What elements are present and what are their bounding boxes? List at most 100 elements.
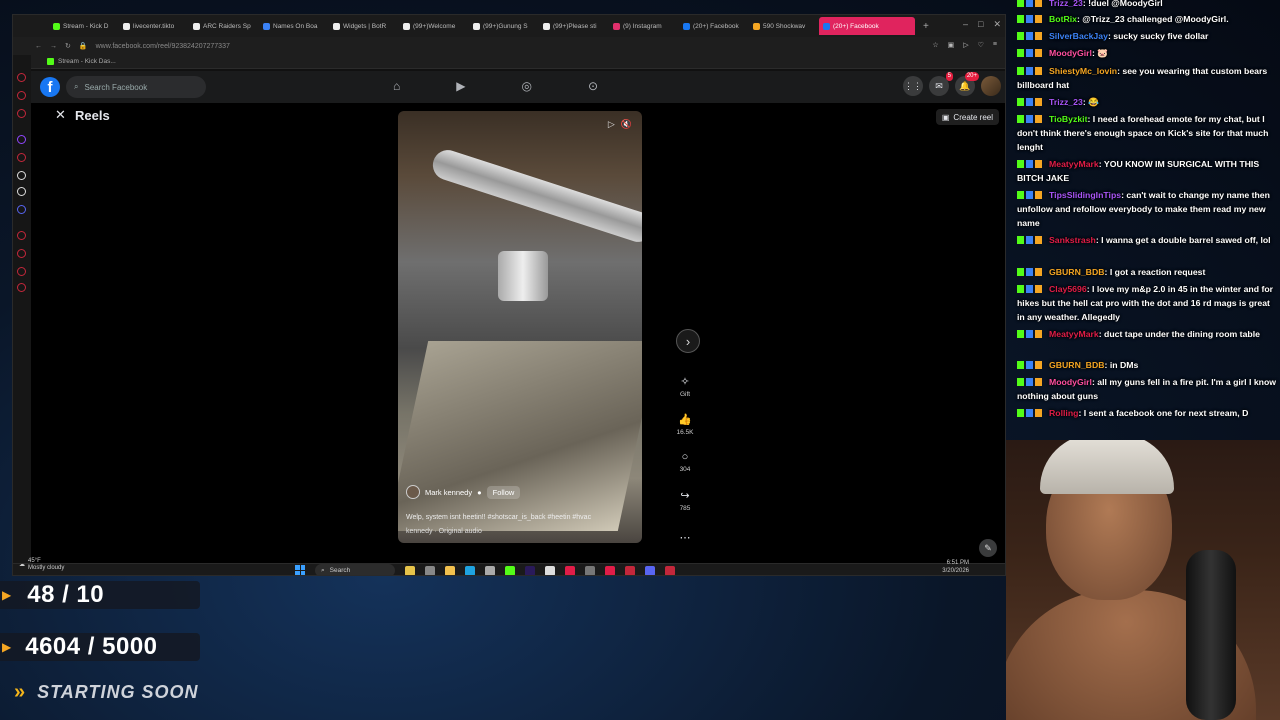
chat-message: SilverBackJay: sucky sucky five dollar [1017, 29, 1279, 43]
home-icon[interactable]: ⌂ [393, 79, 400, 93]
author-avatar[interactable] [406, 485, 420, 499]
instagram-icon[interactable] [17, 153, 26, 162]
like-icon: 👍 [678, 414, 692, 426]
menu-grid-icon[interactable]: ⋮⋮ [903, 76, 923, 96]
reel-caption: Welp, system isnt heetin!! #shotscar_is_… [406, 514, 592, 521]
groups-icon[interactable]: ◎ [521, 79, 531, 93]
app-icon[interactable] [585, 566, 595, 575]
goal-counter-1: ▶ 48 / 10 [0, 581, 200, 609]
discord-icon[interactable] [645, 566, 655, 575]
sidebar-icon[interactable] [17, 73, 26, 82]
app-icon[interactable] [565, 566, 575, 575]
comment-action[interactable]: ○ 304 [673, 451, 697, 473]
minimize-icon[interactable]: – [963, 19, 968, 30]
weather-widget[interactable]: ☁ 45°F Mostly cloudy [19, 558, 64, 572]
volume-icon[interactable]: 🔇 [621, 119, 632, 130]
messenger-icon[interactable]: ✉ 5 [929, 72, 953, 96]
browser-tab-active[interactable]: (20+) Facebook [819, 17, 915, 35]
reload-icon[interactable]: ↻ [65, 42, 71, 50]
share-icon: ↪ [680, 490, 690, 502]
like-action[interactable]: 👍 16.5K [673, 413, 697, 436]
play-icon[interactable]: ▷ [608, 119, 615, 130]
webcam-feed [1006, 440, 1280, 720]
sidebar-icon[interactable] [17, 231, 26, 240]
counter-value: 48 / 10 [27, 581, 105, 608]
chat-message: TioByzkit: I need a forehead emote for m… [1017, 112, 1279, 154]
reel-video[interactable]: ▷ 🔇 Mark kennedy ● Follow Welp, system i… [398, 111, 642, 543]
cloud-icon: ☁ [19, 561, 25, 568]
chat-badges [1017, 361, 1047, 369]
chat-text: : I sent a facebook one for next stream,… [1078, 408, 1249, 418]
app-icon[interactable] [505, 566, 515, 575]
x-icon[interactable] [17, 187, 26, 196]
app-icon[interactable] [545, 566, 555, 575]
close-icon[interactable]: ✕ [993, 19, 1001, 30]
maximize-icon[interactable]: □ [978, 19, 983, 30]
starting-soon-banner: » STARTING SOON [14, 681, 198, 704]
share-action[interactable]: ↪ 785 [673, 489, 697, 512]
next-reel-button[interactable]: › [676, 329, 700, 353]
browser-tab[interactable]: (99+)Please sti [539, 17, 607, 35]
sidebar-icon[interactable] [17, 91, 26, 100]
tab-favicon [683, 22, 690, 30]
bookmark-icon[interactable]: ☆ [932, 41, 938, 49]
extension-icon[interactable]: ▣ [948, 41, 955, 49]
app-icon[interactable] [405, 566, 415, 575]
discord-icon[interactable] [17, 205, 26, 214]
app-icon[interactable] [665, 566, 675, 575]
browser-tab[interactable]: livecenter.tikto [119, 17, 187, 35]
reel-audio[interactable]: kennedy · Original audio [406, 528, 482, 535]
menu-icon[interactable]: ≡ [993, 41, 997, 49]
chat-username: TipsSlidingInTips [1049, 190, 1122, 200]
browser-tab[interactable]: 590 Shockwav [749, 17, 817, 35]
search-input[interactable]: ⌕ Search Facebook [66, 76, 206, 98]
taskbar-clock[interactable]: 6:51 PM 3/20/2026 [942, 559, 969, 575]
folder-icon[interactable] [445, 566, 455, 575]
browser-tab[interactable]: Names On Boa [259, 17, 327, 35]
facebook-logo-icon[interactable]: f [40, 77, 60, 97]
chat-username: Rolling [1049, 408, 1079, 418]
facebook-header-right: ⋮⋮ ✉ 5 🔔 20+ [903, 72, 1001, 96]
browser-tab[interactable]: (9) Instagram [609, 17, 677, 35]
gift-action[interactable]: ✧ Gift [673, 375, 697, 398]
sidebar-icon[interactable] [17, 249, 26, 258]
taskbar-search[interactable]: ⌕ Search [315, 564, 395, 575]
author-name[interactable]: Mark kennedy [425, 488, 472, 497]
browser-tab[interactable]: Stream - Kick D [49, 17, 117, 35]
sidebar-icon[interactable] [17, 267, 26, 276]
video-icon[interactable]: ▶ [456, 79, 465, 93]
chat-username: MoodyGirl [1049, 48, 1092, 58]
share-icon[interactable]: ▷ [963, 41, 968, 49]
sidebar-icon[interactable] [17, 109, 26, 118]
browser-tab[interactable]: Widgets | BotR [329, 17, 397, 35]
browser-tab[interactable]: (99+)Welcome [399, 17, 467, 35]
close-icon[interactable]: ✕ [55, 107, 66, 123]
task-view-icon[interactable] [425, 566, 435, 575]
new-tab-icon[interactable]: + [923, 21, 929, 32]
browser-tab[interactable]: (20+) Facebook [679, 17, 747, 35]
windows-start-icon[interactable] [295, 565, 305, 575]
back-icon[interactable]: ← [35, 43, 42, 50]
edit-icon[interactable]: ✎ [979, 539, 997, 557]
edge-icon[interactable] [465, 566, 475, 575]
heart-icon[interactable]: ♡ [978, 41, 984, 49]
url-field[interactable]: www.facebook.com/reel/923824207277337 [96, 43, 230, 50]
gaming-icon[interactable]: ⊙ [588, 79, 598, 93]
opera-icon[interactable] [625, 566, 635, 575]
more-action[interactable]: ⋯ [673, 531, 697, 544]
twitch-icon[interactable] [17, 135, 26, 144]
forward-icon[interactable]: → [50, 43, 57, 50]
create-reel-button[interactable]: ▣ Create reel [935, 109, 999, 125]
bell-icon[interactable]: 🔔 20+ [955, 72, 979, 96]
settings-icon[interactable] [17, 283, 26, 292]
app-icon[interactable] [485, 566, 495, 575]
premiere-icon[interactable] [525, 566, 535, 575]
chat-message: MeatyyMark: YOU KNOW IM SURGICAL WITH TH… [1017, 157, 1279, 185]
tiktok-icon[interactable] [17, 171, 26, 180]
browser-tab[interactable]: (99+)Gunung S [469, 17, 537, 35]
app-icon[interactable] [605, 566, 615, 575]
browser-tab[interactable]: ARC Raiders Sp [189, 17, 257, 35]
follow-button[interactable]: Follow [486, 485, 521, 499]
avatar[interactable] [981, 76, 1001, 96]
bookmark-item[interactable]: Stream - Kick Das... [58, 58, 116, 65]
